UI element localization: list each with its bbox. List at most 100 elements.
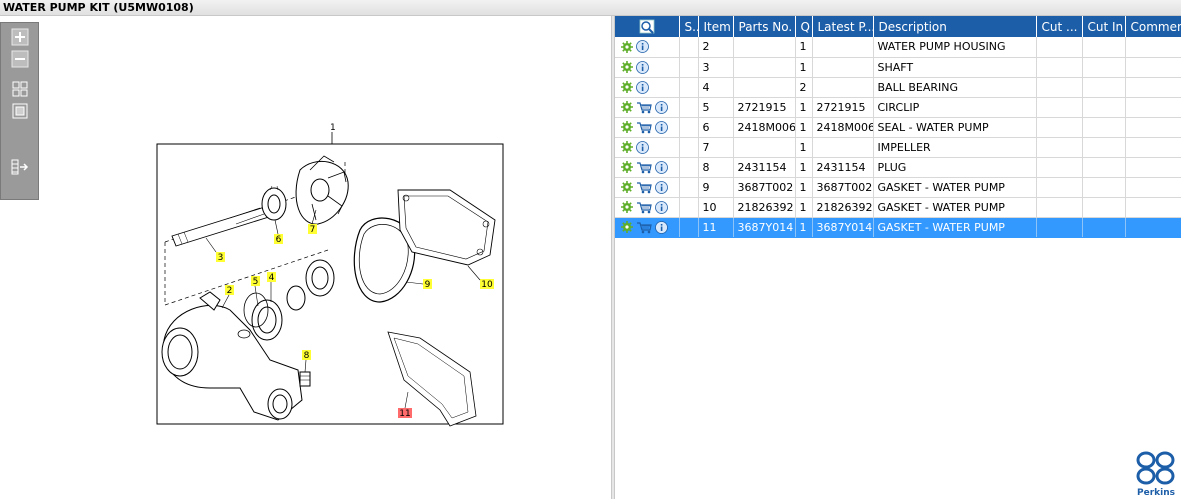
info-icon[interactable] xyxy=(655,200,668,214)
info-icon[interactable] xyxy=(655,220,668,234)
cell-qty: 1 xyxy=(795,137,813,158)
cell-s xyxy=(679,57,699,78)
cart-icon[interactable] xyxy=(636,201,652,214)
info-icon[interactable] xyxy=(636,80,649,94)
gear-icon[interactable] xyxy=(621,181,633,193)
gear-icon[interactable] xyxy=(621,201,633,213)
cell-comment xyxy=(1125,37,1181,58)
callout-8[interactable]: 8 xyxy=(304,351,310,361)
zoom-out-icon[interactable] xyxy=(10,49,30,69)
zoom-in-icon[interactable] xyxy=(10,27,30,47)
seal-part xyxy=(261,185,287,221)
gear-icon[interactable] xyxy=(621,161,633,173)
cell-description: CIRCLIP xyxy=(873,97,1037,118)
header-cut-out[interactable]: Cut ... xyxy=(1036,16,1083,37)
table-row[interactable]: 3 1 SHAFT xyxy=(615,57,1181,78)
cart-icon[interactable] xyxy=(636,221,652,234)
header-qty[interactable]: Q xyxy=(795,16,813,37)
callout-7[interactable]: 7 xyxy=(310,225,316,235)
cart-icon[interactable] xyxy=(636,101,652,114)
header-comment[interactable]: Comment xyxy=(1125,16,1181,37)
table-row[interactable]: 11 3687Y014 1 3687Y014 GASKET - WATER PUMP xyxy=(615,217,1181,238)
fit-icon[interactable] xyxy=(10,79,30,99)
cell-comment xyxy=(1125,137,1181,158)
table-row[interactable]: 7 1 IMPELLER xyxy=(615,137,1181,158)
cell-qty: 1 xyxy=(795,197,813,218)
header-latest-part[interactable]: Latest P... xyxy=(812,16,874,37)
cell-description: BALL BEARING xyxy=(873,77,1037,98)
gear-icon[interactable] xyxy=(621,81,633,93)
callout-3[interactable]: 3 xyxy=(218,253,224,263)
cell-cut-in xyxy=(1082,57,1126,78)
kit-label: 1 xyxy=(330,123,336,133)
table-row[interactable]: 4 2 BALL BEARING xyxy=(615,77,1181,98)
header-parts-no[interactable]: Parts No. xyxy=(733,16,796,37)
gear-icon[interactable] xyxy=(621,221,633,233)
callout-2[interactable]: 2 xyxy=(227,286,233,296)
header-tools[interactable] xyxy=(615,16,680,37)
info-icon[interactable] xyxy=(636,60,649,74)
header-item[interactable]: Item xyxy=(698,16,734,37)
row-actions xyxy=(615,97,680,118)
info-icon[interactable] xyxy=(655,120,668,134)
callout-9[interactable]: 9 xyxy=(425,280,431,290)
plug-part xyxy=(299,371,311,387)
actual-size-icon[interactable] xyxy=(10,101,30,121)
cell-parts-no xyxy=(733,37,796,58)
header-s[interactable]: S.. xyxy=(679,16,699,37)
row-actions xyxy=(615,137,680,158)
cell-latest-part xyxy=(812,57,874,78)
info-icon[interactable] xyxy=(655,180,668,194)
gear-icon[interactable] xyxy=(621,121,633,133)
callout-5[interactable]: 5 xyxy=(253,277,259,287)
info-icon[interactable] xyxy=(655,160,668,174)
diagram-toolbar xyxy=(0,22,39,200)
cell-item: 9 xyxy=(698,177,734,198)
gear-icon[interactable] xyxy=(621,101,633,113)
export-icon[interactable] xyxy=(10,157,30,177)
bearing-parts xyxy=(243,259,335,341)
cell-parts-no xyxy=(733,57,796,78)
header-description[interactable]: Description xyxy=(873,16,1037,37)
gear-icon[interactable] xyxy=(621,40,633,53)
callout-6[interactable]: 6 xyxy=(276,235,282,245)
cell-latest-part: 2431154 xyxy=(812,157,874,178)
cell-cut-in xyxy=(1082,77,1126,98)
cell-qty: 1 xyxy=(795,157,813,178)
header-cut-in[interactable]: Cut In xyxy=(1082,16,1126,37)
row-actions xyxy=(615,117,680,138)
cell-cut-in xyxy=(1082,97,1126,118)
cell-item: 5 xyxy=(698,97,734,118)
brand-name: Perkins xyxy=(1137,488,1175,497)
cell-cut-in xyxy=(1082,197,1126,218)
table-row[interactable]: 10 21826392 1 21826392 GASKET - WATER PUMP xyxy=(615,197,1181,218)
cell-cut-out xyxy=(1036,57,1083,78)
cell-s xyxy=(679,97,699,118)
table-row[interactable]: 9 3687T002 1 3687T002 GASKET - WATER PUMP xyxy=(615,177,1181,198)
callout-10[interactable]: 10 xyxy=(481,280,493,290)
cell-comment xyxy=(1125,117,1181,138)
gear-icon[interactable] xyxy=(621,141,633,153)
table-row[interactable]: 8 2431154 1 2431154 PLUG xyxy=(615,157,1181,178)
info-icon[interactable] xyxy=(636,140,649,154)
cell-cut-out xyxy=(1036,37,1083,58)
row-actions xyxy=(615,217,680,238)
cart-icon[interactable] xyxy=(636,181,652,194)
cell-item: 8 xyxy=(698,157,734,178)
cell-s xyxy=(679,177,699,198)
gear-icon[interactable] xyxy=(621,61,633,73)
table-row[interactable]: 5 2721915 1 2721915 CIRCLIP xyxy=(615,97,1181,118)
row-actions xyxy=(615,197,680,218)
cart-icon[interactable] xyxy=(636,161,652,174)
info-icon[interactable] xyxy=(636,40,649,54)
table-row[interactable]: 6 2418M006 1 2418M006 SEAL - WATER PUMP xyxy=(615,117,1181,138)
info-icon[interactable] xyxy=(655,100,668,114)
callout-11[interactable]: 11 xyxy=(399,409,410,419)
cell-description: WATER PUMP HOUSING xyxy=(873,37,1037,58)
find-icon[interactable] xyxy=(639,19,655,34)
impeller-part xyxy=(295,155,349,225)
table-row[interactable]: 2 1 WATER PUMP HOUSING xyxy=(615,37,1181,58)
callout-4[interactable]: 4 xyxy=(269,273,275,283)
cell-item: 10 xyxy=(698,197,734,218)
cart-icon[interactable] xyxy=(636,121,652,134)
